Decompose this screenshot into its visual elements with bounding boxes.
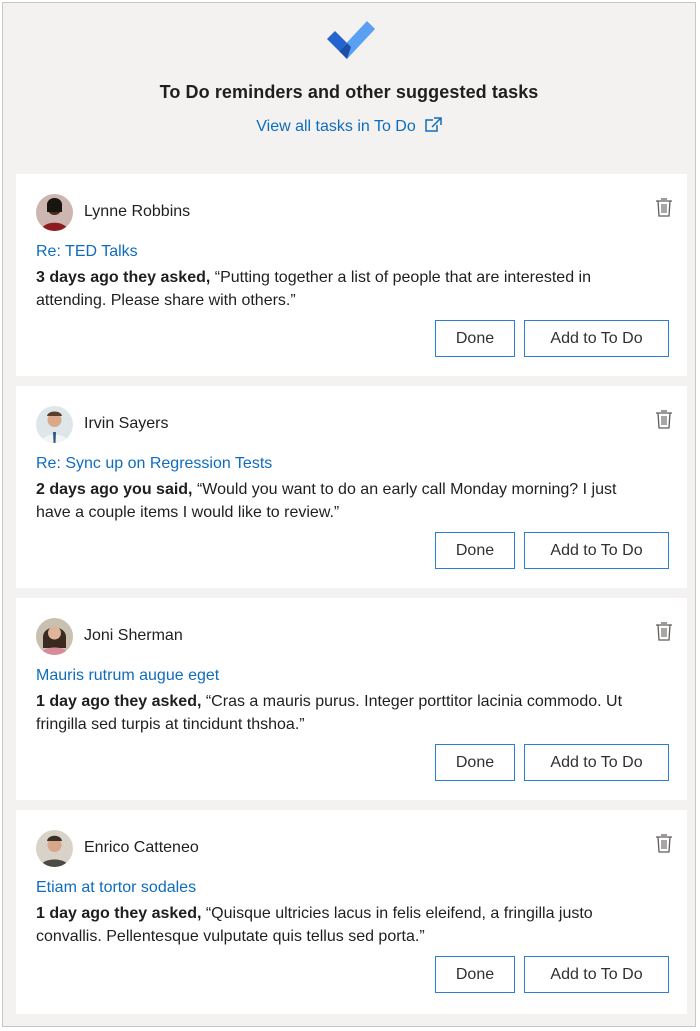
avatar bbox=[36, 194, 73, 231]
trash-icon[interactable] bbox=[655, 833, 673, 853]
trash-icon[interactable] bbox=[655, 197, 673, 217]
task-time-lead: 1 day ago they asked, bbox=[36, 693, 202, 710]
task-time-lead: 1 day ago they asked, bbox=[36, 905, 202, 922]
open-external-icon bbox=[424, 117, 442, 132]
sender-name: Enrico Catteneo bbox=[84, 839, 199, 856]
task-time-lead: 2 days ago you said, bbox=[36, 481, 193, 498]
task-card: Irvin Sayers Re: Sync up on Regression T… bbox=[16, 386, 687, 588]
task-message: 3 days ago they asked, “Putting together… bbox=[36, 266, 626, 312]
done-button[interactable]: Done bbox=[435, 532, 515, 569]
sender-name: Joni Sherman bbox=[84, 627, 183, 644]
avatar bbox=[36, 830, 73, 867]
view-all-tasks-link[interactable]: View all tasks in To Do bbox=[3, 117, 695, 136]
view-all-tasks-label: View all tasks in To Do bbox=[256, 118, 416, 135]
email-subject-link[interactable]: Re: TED Talks bbox=[36, 243, 138, 261]
task-card: Lynne Robbins Re: TED Talks 3 days ago t… bbox=[16, 174, 687, 376]
sender-name: Lynne Robbins bbox=[84, 203, 191, 220]
add-to-todo-button[interactable]: Add to To Do bbox=[524, 956, 669, 993]
add-to-todo-button[interactable]: Add to To Do bbox=[524, 320, 669, 357]
task-message: 1 day ago they asked, “Cras a mauris pur… bbox=[36, 690, 626, 736]
avatar bbox=[36, 406, 73, 443]
todo-checkmark-icon bbox=[327, 21, 375, 59]
done-button[interactable]: Done bbox=[435, 956, 515, 993]
page-title: To Do reminders and other suggested task… bbox=[159, 82, 539, 102]
task-message: 2 days ago you said, “Would you want to … bbox=[36, 478, 626, 524]
email-subject-link[interactable]: Re: Sync up on Regression Tests bbox=[36, 455, 272, 473]
sender-name: Irvin Sayers bbox=[84, 415, 169, 432]
email-subject-link[interactable]: Mauris rutrum augue eget bbox=[36, 667, 219, 685]
avatar bbox=[36, 618, 73, 655]
task-card: Enrico Catteneo Etiam at tortor sodales … bbox=[16, 810, 687, 1014]
task-message: 1 day ago they asked, “Quisque ultricies… bbox=[36, 902, 626, 948]
task-card: Joni Sherman Mauris rutrum augue eget 1 … bbox=[16, 598, 687, 800]
email-subject-link[interactable]: Etiam at tortor sodales bbox=[36, 879, 196, 897]
trash-icon[interactable] bbox=[655, 409, 673, 429]
add-to-todo-button[interactable]: Add to To Do bbox=[524, 532, 669, 569]
done-button[interactable]: Done bbox=[435, 320, 515, 357]
trash-icon[interactable] bbox=[655, 621, 673, 641]
done-button[interactable]: Done bbox=[435, 744, 515, 781]
suggested-tasks-panel: To Do reminders and other suggested task… bbox=[2, 2, 696, 1027]
add-to-todo-button[interactable]: Add to To Do bbox=[524, 744, 669, 781]
task-time-lead: 3 days ago they asked, bbox=[36, 269, 211, 286]
